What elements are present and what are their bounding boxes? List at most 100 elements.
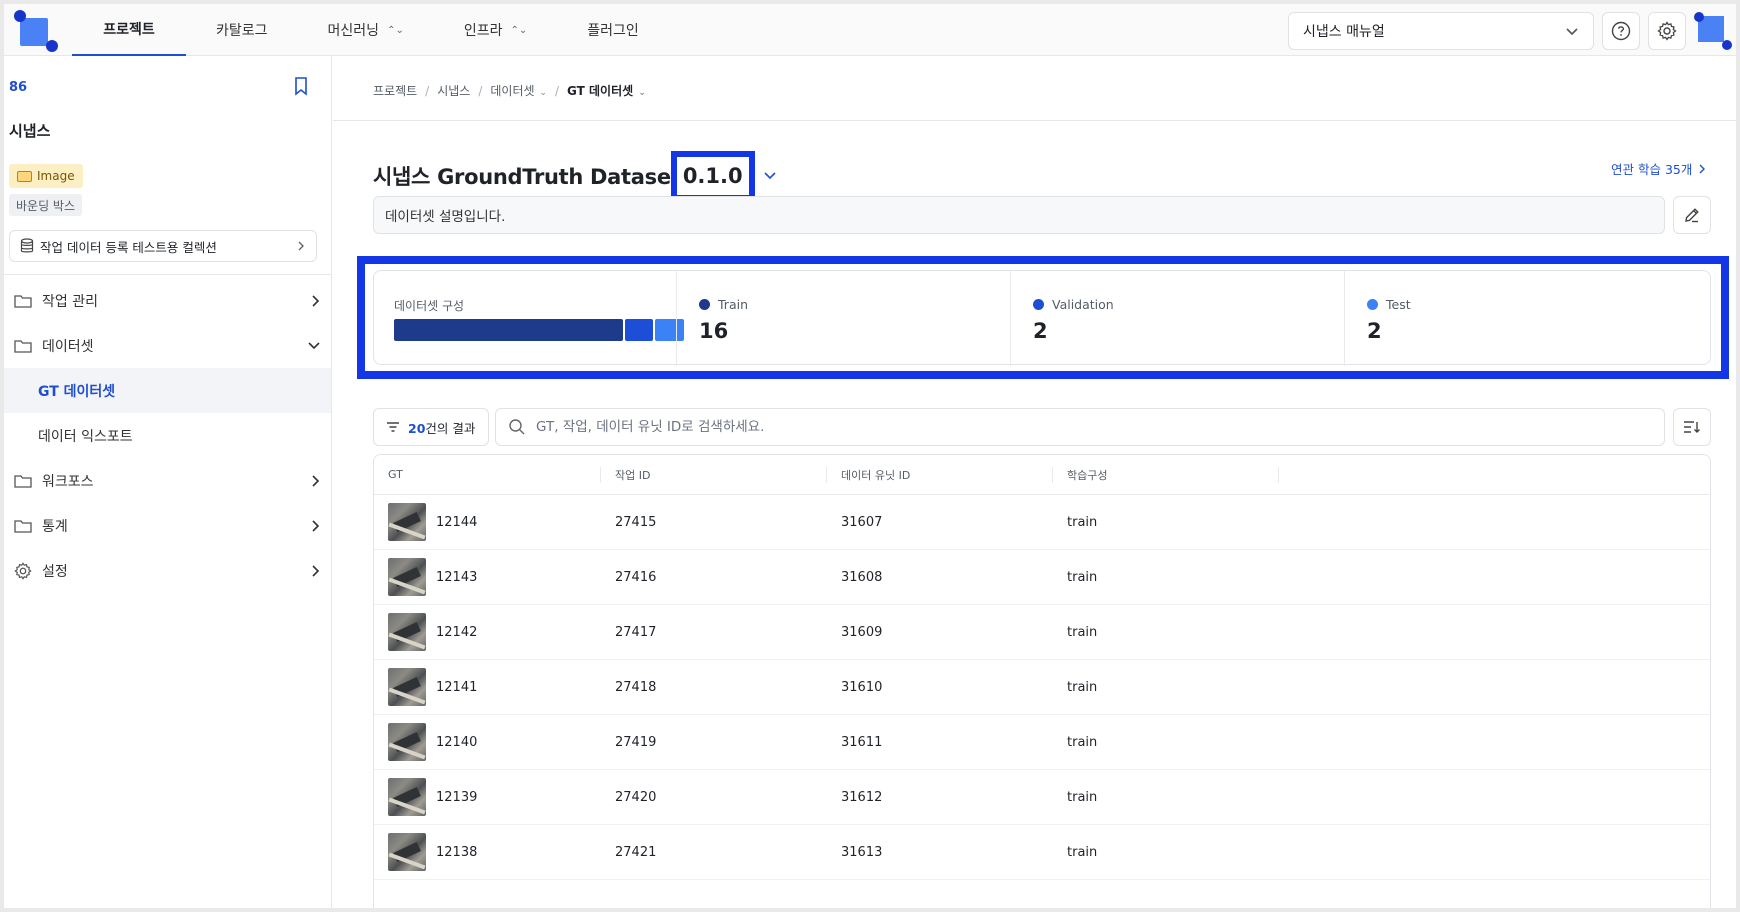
split-value: train — [1067, 734, 1098, 750]
filter-button[interactable]: 20건의 결과 — [373, 408, 489, 446]
data-unit-id: 31612 — [841, 789, 883, 805]
user-avatar[interactable] — [1694, 12, 1732, 50]
split-value: train — [1067, 624, 1098, 640]
job-id: 27418 — [615, 679, 657, 695]
composition-segment-validation — [624, 319, 654, 341]
gt-id: 12138 — [436, 844, 478, 860]
header-split[interactable]: 학습구성 — [1052, 466, 1278, 483]
breadcrumb-project[interactable]: 프로젝트 — [373, 82, 417, 99]
related-training-link[interactable]: 연관 학습 35개 — [1611, 159, 1706, 178]
chevron-right-icon — [312, 519, 320, 532]
search-input[interactable] — [536, 419, 1652, 435]
gt-thumbnail[interactable] — [388, 778, 426, 816]
job-id: 27416 — [615, 569, 657, 585]
gt-cell: 12140 — [374, 723, 600, 761]
gt-thumbnail[interactable] — [388, 613, 426, 651]
header-job-id[interactable]: 작업 ID — [600, 466, 826, 483]
sort-button[interactable] — [1673, 408, 1711, 446]
database-icon — [20, 238, 34, 253]
table-row[interactable]: 12141 27418 31610 train — [374, 660, 1710, 715]
table-row[interactable]: 12138 27421 31613 train — [374, 825, 1710, 880]
sidebar-item-label: 작업 관리 — [42, 293, 98, 310]
job-id: 27421 — [615, 844, 657, 860]
edit-description-button[interactable] — [1673, 196, 1711, 234]
job-id: 27417 — [615, 624, 657, 640]
folder-icon — [14, 519, 32, 533]
validation-stat: Validation 2 — [1010, 271, 1344, 366]
gt-thumbnail[interactable] — [388, 503, 426, 541]
table-row[interactable]: 12139 27420 31612 train — [374, 770, 1710, 825]
table-row[interactable]: 12142 27417 31609 train — [374, 605, 1710, 660]
chevron-down-icon — [308, 341, 320, 349]
sidebar: 86 시냅스 Image 바운딩 박스 작업 데이터 등록 테스트용 컬렉션 작… — [4, 56, 332, 908]
sidebar-item-gt-dataset[interactable]: GT 데이터셋 — [4, 368, 331, 413]
table-row[interactable]: 12144 27415 31607 train — [374, 495, 1710, 550]
job-id: 27419 — [615, 734, 657, 750]
nav-tab-plugin[interactable]: 플러그인 — [557, 4, 669, 56]
data-unit-id: 31607 — [841, 514, 883, 530]
gt-id: 12142 — [436, 624, 478, 640]
gt-thumbnail[interactable] — [388, 723, 426, 761]
validation-count: 2 — [1033, 319, 1048, 343]
dataset-summary-card: 데이터셋 구성 Train 16 Validation 2 Test 2 — [373, 270, 1711, 366]
top-navigation-bar: 프로젝트 카탈로그 머신러닝 ⌃⌄ 인프라 ⌃⌄ 플러그인 시냅스 매뉴얼 — [4, 4, 1736, 56]
nav-tab-infra[interactable]: 인프라 ⌃⌄ — [434, 4, 557, 56]
main-content: 프로젝트 / 시냅스 / 데이터셋 ⌄ / GT 데이터셋 ⌄ 시냅스 Grou… — [333, 56, 1736, 908]
sidebar-item-work[interactable]: 작업 관리 — [4, 278, 331, 323]
main-nav: 프로젝트 카탈로그 머신러닝 ⌃⌄ 인프라 ⌃⌄ 플러그인 — [72, 4, 669, 56]
table-row[interactable]: 12140 27419 31611 train — [374, 715, 1710, 770]
data-unit-id: 31608 — [841, 569, 883, 585]
gt-thumbnail[interactable] — [388, 833, 426, 871]
nav-tab-catalog[interactable]: 카탈로그 — [186, 4, 298, 56]
gt-id: 12139 — [436, 789, 478, 805]
gt-id: 12140 — [436, 734, 478, 750]
gt-cell: 12139 — [374, 778, 600, 816]
folder-icon — [14, 474, 32, 488]
job-id: 27420 — [615, 789, 657, 805]
sidebar-item-label: 통계 — [42, 518, 68, 535]
sidebar-item-dataset[interactable]: 데이터셋 — [4, 323, 331, 368]
data-unit-id: 31611 — [841, 734, 883, 750]
sidebar-menu: 작업 관리 데이터셋 GT 데이터셋 데이터 익스포트 워크포스 통계 설정 — [4, 278, 331, 593]
data-unit-id: 31613 — [841, 844, 883, 860]
pencil-icon — [1685, 208, 1699, 223]
table-row[interactable]: 12143 27416 31608 train — [374, 550, 1710, 605]
help-button[interactable] — [1602, 12, 1640, 50]
sidebar-item-settings[interactable]: 설정 — [4, 548, 331, 593]
chevron-down-icon — [1566, 28, 1578, 36]
split-value: train — [1067, 679, 1098, 695]
annotation-badge: 바운딩 박스 — [9, 194, 83, 216]
search-box[interactable] — [495, 408, 1665, 446]
image-icon — [17, 170, 32, 182]
table-body: 12144 27415 31607 train 12143 27416 31608 train… — [374, 495, 1710, 880]
manual-select[interactable]: 시냅스 매뉴얼 — [1288, 12, 1594, 50]
settings-button[interactable] — [1648, 12, 1686, 50]
sidebar-item-data-export[interactable]: 데이터 익스포트 — [4, 413, 331, 458]
header-gt[interactable]: GT — [374, 467, 600, 483]
split-value: train — [1067, 789, 1098, 805]
app-logo[interactable] — [12, 8, 58, 52]
breadcrumb-dataset[interactable]: 데이터셋 ⌄ — [490, 82, 547, 99]
gear-icon — [14, 561, 32, 580]
legend-dot — [1367, 299, 1378, 310]
collection-link[interactable]: 작업 데이터 등록 테스트용 컬렉션 — [9, 230, 317, 262]
chevron-right-icon — [312, 564, 320, 577]
composition-column: 데이터셋 구성 — [394, 271, 684, 366]
sidebar-item-workforce[interactable]: 워크포스 — [4, 458, 331, 503]
bookmark-icon[interactable] — [292, 76, 310, 96]
gear-icon — [1657, 21, 1677, 41]
nav-tab-project[interactable]: 프로젝트 — [72, 4, 186, 56]
breadcrumb-current[interactable]: GT 데이터셋 ⌄ — [567, 82, 646, 99]
chevron-down-icon[interactable] — [763, 170, 777, 182]
breadcrumb-name[interactable]: 시냅스 — [437, 82, 470, 99]
sidebar-item-stats[interactable]: 통계 — [4, 503, 331, 548]
type-badge-label: Image — [37, 169, 75, 183]
header-data-unit-id[interactable]: 데이터 유닛 ID — [826, 466, 1052, 483]
nav-tab-machine-learning[interactable]: 머신러닝 ⌃⌄ — [298, 4, 434, 56]
gt-thumbnail[interactable] — [388, 558, 426, 596]
composition-label: 데이터셋 구성 — [394, 299, 465, 313]
version-selector[interactable]: 0.1.0 — [670, 151, 755, 201]
updown-chevron-icon: ⌃⌄ — [510, 24, 528, 36]
gt-thumbnail[interactable] — [388, 668, 426, 706]
filter-icon — [387, 422, 399, 432]
